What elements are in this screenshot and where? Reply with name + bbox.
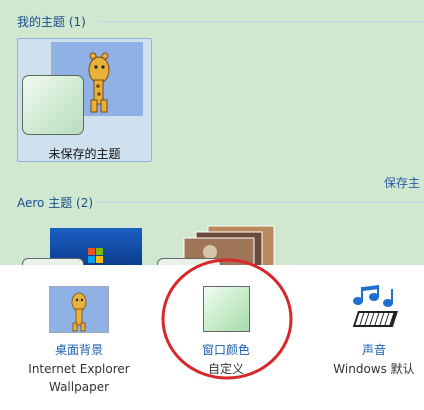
desktop-background-value: Internet Explorer Wallpaper [28,362,130,394]
highlight-circle [161,258,293,380]
section-divider [97,202,424,203]
theme-gallery-pane: 我的主题 (1) 未保存的主题 保存主 Aero 主题 (2) [0,0,424,265]
unsaved-theme-label: 未保存的主题 [48,147,121,161]
theme-window-color-preview [22,258,84,265]
desktop-background-label[interactable]: 桌面背景 [29,341,129,358]
piano-music-notes-icon [352,285,398,327]
sounds-button[interactable] [348,283,400,333]
desktop-background-button[interactable] [49,286,109,333]
my-themes-heading: 我的主题 (1) [17,15,86,29]
section-divider [100,21,424,22]
unsaved-theme-tile[interactable]: 未保存的主题 [17,38,152,162]
sounds-value: Windows 默认 [333,362,415,376]
giraffe-wallpaper-icon [50,287,108,332]
theme-window-color-preview [22,75,84,135]
save-theme-link[interactable]: 保存主 [384,174,420,191]
aero-themes-heading: Aero 主题 (2) [17,196,94,210]
sounds-label[interactable]: 声音 [324,341,424,358]
